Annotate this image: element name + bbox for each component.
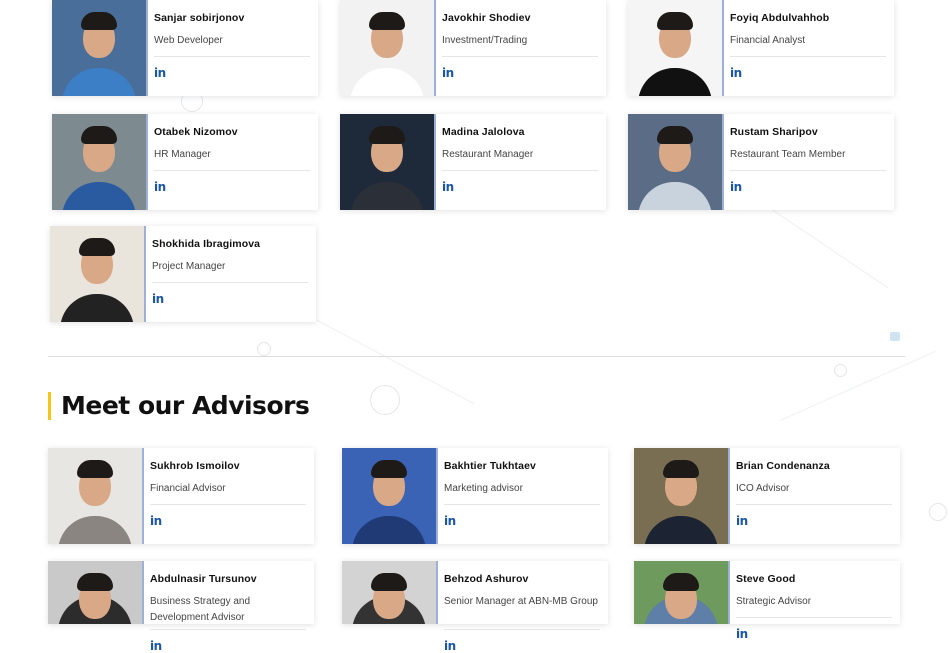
advisor-card: Behzod Ashurov Senior Manager at ABN-MB G… bbox=[342, 561, 608, 653]
linkedin-icon[interactable]: in bbox=[150, 514, 162, 528]
team-member-card: Shokhida Ibragimova Project Manager in bbox=[50, 226, 316, 322]
linkedin-icon[interactable]: in bbox=[736, 514, 748, 528]
team-member-name: Javokhir Shodiev bbox=[442, 12, 531, 24]
team-member-role: HR Manager bbox=[154, 149, 211, 160]
team-member-photo bbox=[628, 114, 724, 210]
linkedin-icon[interactable]: in bbox=[442, 180, 454, 194]
linkedin-icon[interactable]: in bbox=[442, 66, 454, 80]
linkedin-icon[interactable]: in bbox=[730, 180, 742, 194]
decor-circle bbox=[370, 385, 400, 415]
advisor-info: Bakhtier Tukhtaev Marketing advisor in bbox=[438, 448, 608, 544]
advisor-role: Senior Manager at ABN-MB Group bbox=[444, 596, 598, 607]
team-member-photo bbox=[50, 226, 146, 322]
advisor-separator bbox=[444, 629, 600, 630]
team-member-photo bbox=[52, 114, 148, 210]
team-member-role: Web Developer bbox=[154, 35, 223, 46]
advisor-role: ICO Advisor bbox=[736, 483, 790, 494]
team-member-info: Rustam Sharipov Restaurant Team Member in bbox=[724, 114, 894, 210]
linkedin-icon[interactable]: in bbox=[154, 66, 166, 80]
advisor-photo bbox=[48, 448, 144, 544]
section-divider bbox=[48, 356, 905, 357]
decor-line bbox=[780, 350, 936, 421]
advisor-name: Steve Good bbox=[736, 573, 796, 585]
linkedin-icon[interactable]: in bbox=[444, 514, 456, 528]
decor-circle bbox=[257, 342, 271, 356]
linkedin-icon[interactable]: in bbox=[736, 627, 748, 641]
advisor-card: Brian Condenanza ICO Advisor in bbox=[634, 448, 900, 544]
team-member-name: Sanjar sobirjonov bbox=[154, 12, 245, 24]
team-member-info: Shokhida Ibragimova Project Manager in bbox=[146, 226, 316, 322]
team-member-separator bbox=[442, 56, 598, 57]
team-member-photo bbox=[340, 114, 436, 210]
advisor-role: Marketing advisor bbox=[444, 483, 523, 494]
team-member-card: Foyiq Abdulvahhob Financial Analyst in bbox=[628, 0, 894, 96]
advisor-card: Steve Good Strategic Advisor in bbox=[634, 561, 900, 641]
team-member-role: Restaurant Team Member bbox=[730, 149, 846, 160]
linkedin-icon[interactable]: in bbox=[150, 639, 162, 653]
advisor-photo bbox=[342, 561, 438, 624]
team-member-card: Madina Jalolova Restaurant Manager in bbox=[340, 114, 606, 210]
team-member-info: Sanjar sobirjonov Web Developer in bbox=[148, 0, 318, 96]
team-member-photo bbox=[340, 0, 436, 96]
decor-circle bbox=[929, 503, 947, 521]
advisor-role: Business Strategy and Development Adviso… bbox=[150, 596, 251, 623]
team-member-card: Sanjar sobirjonov Web Developer in bbox=[52, 0, 318, 96]
advisors-heading: Meet our Advisors bbox=[48, 392, 310, 420]
advisor-card: Sukhrob Ismoilov Financial Advisor in bbox=[48, 448, 314, 544]
team-member-separator bbox=[154, 170, 310, 171]
team-member-separator bbox=[154, 56, 310, 57]
team-member-card: Javokhir Shodiev Investment/Trading in bbox=[340, 0, 606, 96]
advisor-photo bbox=[342, 448, 438, 544]
team-member-separator bbox=[152, 282, 308, 283]
advisor-separator bbox=[150, 629, 306, 630]
team-member-name: Foyiq Abdulvahhob bbox=[730, 12, 830, 24]
team-member-card: Otabek Nizomov HR Manager in bbox=[52, 114, 318, 210]
advisor-card: Abdulnasir Tursunov Business Strategy and… bbox=[48, 561, 314, 653]
team-member-info: Javokhir Shodiev Investment/Trading in bbox=[436, 0, 606, 96]
advisor-info: Brian Condenanza ICO Advisor in bbox=[730, 448, 900, 544]
advisor-photo bbox=[634, 561, 730, 624]
team-member-photo bbox=[52, 0, 148, 96]
advisor-separator bbox=[736, 504, 892, 505]
team-member-name: Madina Jalolova bbox=[442, 126, 525, 138]
decor-dot bbox=[890, 332, 900, 341]
advisor-name: Brian Condenanza bbox=[736, 460, 830, 472]
team-member-card: Rustam Sharipov Restaurant Team Member in bbox=[628, 114, 894, 210]
advisor-separator bbox=[150, 504, 306, 505]
team-member-role: Project Manager bbox=[152, 261, 226, 272]
advisor-separator bbox=[444, 504, 600, 505]
advisor-info: Sukhrob Ismoilov Financial Advisor in bbox=[144, 448, 314, 544]
advisor-name: Behzod Ashurov bbox=[444, 573, 529, 585]
advisor-info: Behzod Ashurov Senior Manager at ABN-MB G… bbox=[438, 561, 608, 653]
team-member-role: Restaurant Manager bbox=[442, 149, 534, 160]
linkedin-icon[interactable]: in bbox=[730, 66, 742, 80]
advisor-photo bbox=[634, 448, 730, 544]
team-member-name: Rustam Sharipov bbox=[730, 126, 818, 138]
linkedin-icon[interactable]: in bbox=[152, 292, 164, 306]
advisor-role: Strategic Advisor bbox=[736, 596, 812, 607]
team-member-name: Otabek Nizomov bbox=[154, 126, 238, 138]
advisor-card: Bakhtier Tukhtaev Marketing advisor in bbox=[342, 448, 608, 544]
advisor-info: Abdulnasir Tursunov Business Strategy and… bbox=[144, 561, 314, 653]
team-member-info: Otabek Nizomov HR Manager in bbox=[148, 114, 318, 210]
advisor-info: Steve Good Strategic Advisor in bbox=[730, 561, 900, 641]
team-member-separator bbox=[730, 56, 886, 57]
team-member-separator bbox=[730, 170, 886, 171]
team-member-name: Shokhida Ibragimova bbox=[152, 238, 261, 250]
team-member-role: Investment/Trading bbox=[442, 35, 528, 46]
team-member-info: Madina Jalolova Restaurant Manager in bbox=[436, 114, 606, 210]
team-member-photo bbox=[628, 0, 724, 96]
advisor-photo bbox=[48, 561, 144, 624]
linkedin-icon[interactable]: in bbox=[154, 180, 166, 194]
decor-circle bbox=[834, 364, 847, 377]
team-member-info: Foyiq Abdulvahhob Financial Analyst in bbox=[724, 0, 894, 96]
advisor-role: Financial Advisor bbox=[150, 483, 226, 494]
advisor-separator bbox=[736, 617, 892, 618]
team-member-separator bbox=[442, 170, 598, 171]
team-member-role: Financial Analyst bbox=[730, 35, 806, 46]
advisor-name: Abdulnasir Tursunov bbox=[150, 573, 257, 585]
linkedin-icon[interactable]: in bbox=[444, 639, 456, 653]
advisor-name: Sukhrob Ismoilov bbox=[150, 460, 240, 472]
advisor-name: Bakhtier Tukhtaev bbox=[444, 460, 536, 472]
